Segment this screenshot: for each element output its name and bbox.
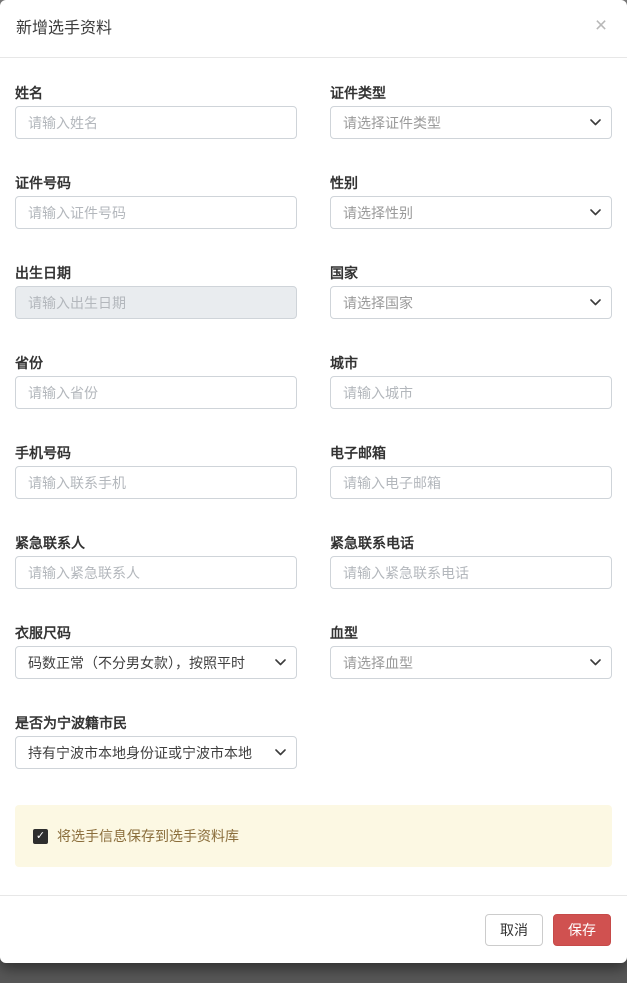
id-type-select-value: 请选择证件类型 bbox=[343, 113, 584, 133]
field-province: 省份 bbox=[15, 355, 297, 409]
close-icon[interactable]: × bbox=[589, 14, 613, 38]
form-row: 证件号码 性别 请选择性别 bbox=[15, 175, 612, 229]
phone-label: 手机号码 bbox=[15, 445, 297, 461]
save-to-library-label[interactable]: 将选手信息保存到选手资料库 bbox=[57, 826, 239, 846]
blood-type-label: 血型 bbox=[330, 625, 612, 641]
form-row: 姓名 证件类型 请选择证件类型 bbox=[15, 85, 612, 139]
ningbo-resident-select[interactable]: 持有宁波市本地身份证或宁波市本地 bbox=[15, 736, 297, 769]
gender-select[interactable]: 请选择性别 bbox=[330, 196, 612, 229]
form-row: 省份 城市 bbox=[15, 355, 612, 409]
id-number-input[interactable] bbox=[15, 196, 297, 229]
field-city: 城市 bbox=[330, 355, 612, 409]
phone-input[interactable] bbox=[15, 466, 297, 499]
country-label: 国家 bbox=[330, 265, 612, 281]
chevron-down-icon bbox=[590, 299, 601, 306]
cancel-button[interactable]: 取消 bbox=[485, 914, 543, 946]
field-emergency-contact: 紧急联系人 bbox=[15, 535, 297, 589]
add-player-modal: 新增选手资料 × 姓名 证件类型 请选择证件类型 证件号码 bbox=[0, 0, 627, 963]
save-to-library-checkbox[interactable]: ✓ bbox=[33, 829, 48, 844]
birth-date-input[interactable] bbox=[15, 286, 297, 319]
id-number-label: 证件号码 bbox=[15, 175, 297, 191]
field-id-number: 证件号码 bbox=[15, 175, 297, 229]
ningbo-resident-label: 是否为宁波籍市民 bbox=[15, 715, 297, 731]
emergency-contact-input[interactable] bbox=[15, 556, 297, 589]
clothing-size-select[interactable]: 码数正常（不分男女款），按照平时 bbox=[15, 646, 297, 679]
form-row: 手机号码 电子邮箱 bbox=[15, 445, 612, 499]
email-label: 电子邮箱 bbox=[330, 445, 612, 461]
field-name: 姓名 bbox=[15, 85, 297, 139]
field-ningbo-resident: 是否为宁波籍市民 持有宁波市本地身份证或宁波市本地 bbox=[15, 715, 297, 769]
chevron-down-icon bbox=[275, 659, 286, 666]
blood-type-select-value: 请选择血型 bbox=[343, 653, 584, 673]
chevron-down-icon bbox=[275, 749, 286, 756]
clothing-size-select-value: 码数正常（不分男女款），按照平时 bbox=[28, 653, 269, 673]
modal-body: 姓名 证件类型 请选择证件类型 证件号码 性别 bbox=[0, 58, 627, 867]
modal-title: 新增选手资料 bbox=[16, 18, 611, 39]
blood-type-select[interactable]: 请选择血型 bbox=[330, 646, 612, 679]
field-gender: 性别 请选择性别 bbox=[330, 175, 612, 229]
field-id-type: 证件类型 请选择证件类型 bbox=[330, 85, 612, 139]
form-row: 是否为宁波籍市民 持有宁波市本地身份证或宁波市本地 bbox=[15, 715, 612, 769]
province-label: 省份 bbox=[15, 355, 297, 371]
emergency-phone-label: 紧急联系电话 bbox=[330, 535, 612, 551]
modal-footer: 取消 保存 bbox=[0, 895, 627, 963]
gender-label: 性别 bbox=[330, 175, 612, 191]
gender-select-value: 请选择性别 bbox=[343, 203, 584, 223]
country-select[interactable]: 请选择国家 bbox=[330, 286, 612, 319]
modal-header: 新增选手资料 × bbox=[0, 0, 627, 58]
form-row: 衣服尺码 码数正常（不分男女款），按照平时 血型 请选择血型 bbox=[15, 625, 612, 679]
form-row: 紧急联系人 紧急联系电话 bbox=[15, 535, 612, 589]
city-input[interactable] bbox=[330, 376, 612, 409]
field-email: 电子邮箱 bbox=[330, 445, 612, 499]
emergency-contact-label: 紧急联系人 bbox=[15, 535, 297, 551]
empty-cell bbox=[330, 715, 612, 769]
form-row: 出生日期 国家 请选择国家 bbox=[15, 265, 612, 319]
country-select-value: 请选择国家 bbox=[343, 293, 584, 313]
field-country: 国家 请选择国家 bbox=[330, 265, 612, 319]
name-label: 姓名 bbox=[15, 85, 297, 101]
field-blood-type: 血型 请选择血型 bbox=[330, 625, 612, 679]
birth-date-label: 出生日期 bbox=[15, 265, 297, 281]
id-type-select[interactable]: 请选择证件类型 bbox=[330, 106, 612, 139]
save-to-library-banner: ✓ 将选手信息保存到选手资料库 bbox=[15, 805, 612, 867]
field-phone: 手机号码 bbox=[15, 445, 297, 499]
email-field[interactable] bbox=[330, 466, 612, 499]
chevron-down-icon bbox=[590, 659, 601, 666]
city-label: 城市 bbox=[330, 355, 612, 371]
ningbo-resident-select-value: 持有宁波市本地身份证或宁波市本地 bbox=[28, 743, 269, 763]
chevron-down-icon bbox=[590, 119, 601, 126]
clothing-size-label: 衣服尺码 bbox=[15, 625, 297, 641]
chevron-down-icon bbox=[590, 209, 601, 216]
field-emergency-phone: 紧急联系电话 bbox=[330, 535, 612, 589]
name-input[interactable] bbox=[15, 106, 297, 139]
field-clothing-size: 衣服尺码 码数正常（不分男女款），按照平时 bbox=[15, 625, 297, 679]
field-birth-date: 出生日期 bbox=[15, 265, 297, 319]
emergency-phone-input[interactable] bbox=[330, 556, 612, 589]
province-input[interactable] bbox=[15, 376, 297, 409]
id-type-label: 证件类型 bbox=[330, 85, 612, 101]
save-button[interactable]: 保存 bbox=[553, 914, 611, 946]
